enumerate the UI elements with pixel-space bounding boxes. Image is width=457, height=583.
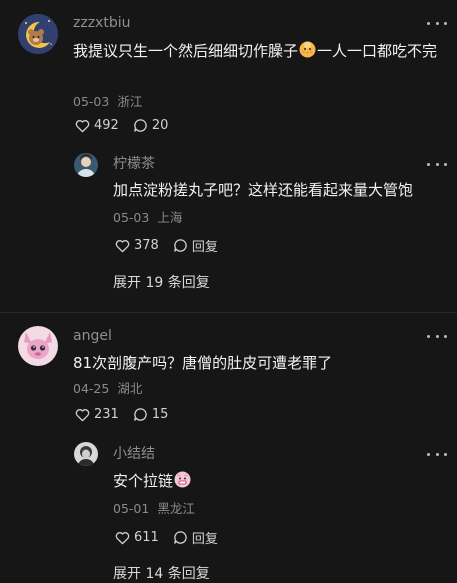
comment-text-part2: 一人一口都吃不完 — [317, 42, 438, 60]
reply-avatar[interactable] — [74, 442, 98, 466]
reply-username[interactable]: 柠檬茶 — [113, 155, 155, 173]
comment-username[interactable]: angel — [73, 327, 112, 345]
reply-username[interactable]: 小结结 — [113, 445, 155, 463]
like-button[interactable]: 492 — [75, 118, 119, 133]
reply-label: 回复 — [191, 532, 218, 547]
reply-date: 05-03 — [113, 210, 150, 225]
comment-meta: 04-25 湖北 — [73, 381, 142, 397]
like-button[interactable]: 231 — [75, 407, 119, 422]
reply-count-button[interactable]: 20 — [133, 118, 169, 133]
more-dots-icon[interactable] — [427, 157, 447, 171]
more-dots-icon[interactable] — [427, 329, 447, 343]
reply-label: 回复 — [191, 240, 218, 255]
reply-count: 20 — [151, 118, 169, 133]
heart-outline-icon — [75, 408, 90, 421]
avatar[interactable] — [18, 326, 58, 366]
comment-location: 湖北 — [117, 381, 143, 396]
comment-date: 05-03 — [73, 94, 110, 109]
more-dots-icon[interactable] — [427, 447, 447, 461]
grimace-emoji-icon — [174, 471, 191, 495]
avatar[interactable] — [18, 14, 58, 54]
reply-actions: 378 回复 — [115, 236, 232, 255]
reply-avatar[interactable] — [74, 153, 98, 177]
reply-location: 黑龙江 — [157, 501, 195, 516]
reply-location: 上海 — [157, 210, 183, 225]
reply-text-content: 安个拉链 — [113, 472, 174, 490]
comment-location: 浙江 — [117, 94, 143, 109]
comment-actions: 231 15 — [75, 407, 182, 422]
comment-meta: 05-03 浙江 — [73, 94, 142, 110]
reply-text: 安个拉链 — [113, 469, 443, 495]
comment-text: 81次剖腹产吗？唐僧的肚皮可遭老罪了 — [73, 354, 333, 372]
heart-outline-icon — [75, 119, 90, 132]
like-button[interactable]: 611 — [115, 530, 159, 545]
speech-bubble-icon — [134, 119, 147, 132]
comment-actions: 492 20 — [75, 118, 182, 133]
reply-meta: 05-01 黑龙江 — [113, 501, 195, 517]
expand-replies-button[interactable]: 展开 14 条回复 — [113, 563, 210, 583]
reply-button[interactable]: 回复 — [173, 236, 218, 255]
reply-text: 加点淀粉搓丸子吧？这样还能看起来量大管饱 — [113, 181, 414, 199]
comment-username[interactable]: zzzxtbiu — [73, 14, 130, 32]
reply-button[interactable]: 回复 — [173, 528, 218, 547]
like-button[interactable]: 378 — [115, 238, 159, 253]
speech-bubble-icon — [134, 408, 147, 421]
heart-outline-icon — [115, 239, 130, 252]
speech-bubble-icon — [174, 531, 187, 544]
heart-outline-icon — [115, 531, 130, 544]
comment-text-part1: 我提议只生一个然后细细切作臊子 — [73, 42, 299, 60]
comment-date: 04-25 — [73, 381, 110, 396]
like-count: 378 — [134, 238, 159, 253]
expand-replies-button[interactable]: 展开 19 条回复 — [113, 272, 210, 292]
reply-count-button[interactable]: 15 — [133, 407, 169, 422]
like-count: 611 — [134, 530, 159, 545]
reply-actions: 611 回复 — [115, 528, 232, 547]
chick-emoji-icon — [299, 41, 316, 65]
comment-text: 我提议只生一个然后细细切作臊子 一人一口都吃不完 — [73, 39, 445, 65]
like-count: 492 — [94, 118, 119, 133]
speech-bubble-icon — [174, 239, 187, 252]
reply-meta: 05-03 上海 — [113, 210, 182, 226]
reply-date: 05-01 — [113, 501, 150, 516]
like-count: 231 — [94, 407, 119, 422]
divider — [0, 312, 457, 313]
reply-count: 15 — [151, 407, 169, 422]
more-dots-icon[interactable] — [427, 16, 447, 30]
